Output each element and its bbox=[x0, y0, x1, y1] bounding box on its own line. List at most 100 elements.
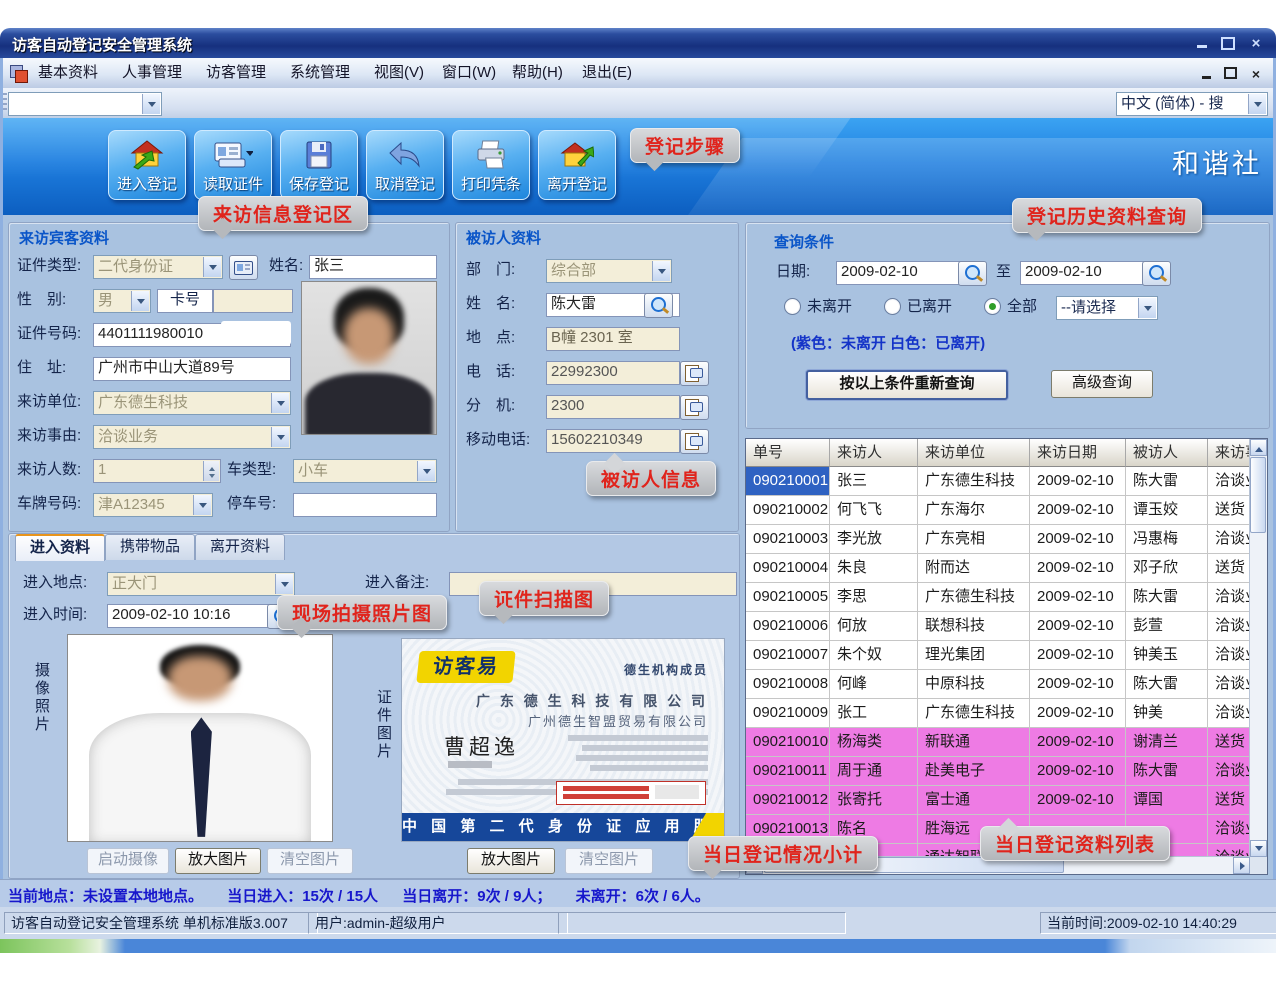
table-cell[interactable]: 090210007 bbox=[746, 641, 830, 670]
table-cell[interactable]: 钟美 bbox=[1126, 699, 1208, 728]
table-cell[interactable]: 广东亮相 bbox=[918, 525, 1030, 554]
table-cell[interactable]: 2009-02-10 bbox=[1030, 467, 1126, 496]
menu-system[interactable]: 系统管理 bbox=[290, 63, 350, 83]
table-cell[interactable]: 陈大雷 bbox=[1126, 670, 1208, 699]
date-to-input[interactable]: 2009-02-10 bbox=[1020, 261, 1148, 285]
table-cell[interactable]: 090210008 bbox=[746, 670, 830, 699]
column-header[interactable]: 来访单位 bbox=[918, 439, 1030, 467]
chevron-down-icon[interactable] bbox=[271, 393, 289, 413]
dept-combo[interactable]: 综合部 bbox=[546, 259, 672, 283]
scroll-down-button[interactable] bbox=[1250, 840, 1267, 857]
spinner-arrows-icon[interactable] bbox=[203, 461, 219, 481]
table-cell[interactable]: 洽谈业务 bbox=[1208, 583, 1250, 612]
table-cell[interactable]: 洽谈业务 bbox=[1208, 641, 1250, 670]
table-cell[interactable]: 2009-02-10 bbox=[1030, 525, 1126, 554]
table-row[interactable]: 090210001张三广东德生科技2009-02-10陈大雷洽谈业务 bbox=[746, 467, 1250, 496]
table-cell[interactable]: 2009-02-10 bbox=[1030, 757, 1126, 786]
save-register-button[interactable]: 保存登记 bbox=[280, 130, 358, 200]
location-input[interactable]: B幢 2301 室 bbox=[546, 327, 680, 351]
table-cell[interactable]: 陈大雷 bbox=[1126, 467, 1208, 496]
visitor-count-stepper[interactable]: 1 bbox=[93, 459, 221, 483]
visit-unit-combo[interactable]: 广东德生科技 bbox=[93, 391, 291, 415]
table-cell[interactable]: 2009-02-10 bbox=[1030, 496, 1126, 525]
entry-place-combo[interactable]: 正大门 bbox=[107, 572, 295, 596]
table-row[interactable]: 090210005李思广东德生科技2009-02-10陈大雷洽谈业务 bbox=[746, 583, 1250, 612]
table-cell[interactable]: 冯惠梅 bbox=[1126, 525, 1208, 554]
table-cell[interactable]: 090210010 bbox=[746, 728, 830, 757]
table-row[interactable]: 090210007朱个奴理光集团2009-02-10钟美玉洽谈业务 bbox=[746, 641, 1250, 670]
restore-icon[interactable] bbox=[1216, 35, 1240, 51]
table-cell[interactable]: 090210002 bbox=[746, 496, 830, 525]
table-cell[interactable]: 李思 bbox=[830, 583, 918, 612]
table-cell[interactable]: 090210009 bbox=[746, 699, 830, 728]
table-row[interactable]: 090210006何放联想科技2009-02-10彭萱洽谈业务 bbox=[746, 612, 1250, 641]
table-cell[interactable]: 谢清兰 bbox=[1126, 728, 1208, 757]
table-cell[interactable]: 何飞飞 bbox=[830, 496, 918, 525]
table-row[interactable]: 090210008何峰中原科技2009-02-10陈大雷洽谈业务 bbox=[746, 670, 1250, 699]
table-cell[interactable]: 2009-02-10 bbox=[1030, 583, 1126, 612]
table-cell[interactable]: 洽谈业务 bbox=[1208, 815, 1250, 844]
column-header[interactable]: 来访日期 bbox=[1030, 439, 1126, 467]
close-icon[interactable]: × bbox=[1244, 35, 1268, 51]
print-ticket-button[interactable]: 打印凭条 bbox=[452, 130, 530, 200]
scroll-right-button[interactable] bbox=[1233, 857, 1250, 874]
table-cell[interactable]: 理光集团 bbox=[918, 641, 1030, 670]
radio-left[interactable]: 已离开 bbox=[884, 297, 952, 317]
table-row[interactable]: 090210010杨海类新联通2009-02-10谢清兰送货 bbox=[746, 728, 1250, 757]
menu-window[interactable]: 窗口(W) bbox=[442, 63, 496, 83]
table-cell[interactable]: 朱良 bbox=[830, 554, 918, 583]
mdi-close-icon[interactable]: × bbox=[1246, 66, 1266, 81]
requery-button[interactable]: 按以上条件重新查询 bbox=[806, 370, 1008, 400]
column-header[interactable]: 单号 bbox=[746, 439, 830, 467]
radio-not-left[interactable]: 未离开 bbox=[784, 297, 852, 317]
table-cell[interactable]: 2009-02-10 bbox=[1030, 670, 1126, 699]
table-cell[interactable]: 李光放 bbox=[830, 525, 918, 554]
table-cell[interactable]: 洽谈业务 bbox=[1208, 699, 1250, 728]
address-input[interactable]: 广州市中山大道89号 bbox=[93, 357, 291, 381]
table-cell[interactable]: 广东德生科技 bbox=[918, 583, 1030, 612]
table-cell[interactable]: 何峰 bbox=[830, 670, 918, 699]
chevron-down-icon[interactable] bbox=[203, 257, 221, 277]
menu-help[interactable]: 帮助(H) bbox=[512, 63, 563, 83]
table-cell[interactable]: 2009-02-10 bbox=[1030, 728, 1126, 757]
column-header[interactable]: 来访人 bbox=[830, 439, 918, 467]
table-cell[interactable]: 090210001 bbox=[746, 467, 830, 496]
date-to-picker-button[interactable] bbox=[1142, 261, 1171, 286]
chevron-down-icon[interactable] bbox=[193, 495, 211, 515]
scroll-up-button[interactable] bbox=[1250, 439, 1267, 456]
menu-view[interactable]: 视图(V) bbox=[374, 63, 424, 83]
table-cell[interactable]: 2009-02-10 bbox=[1030, 612, 1126, 641]
id-type-combo[interactable]: 二代身份证 bbox=[93, 255, 223, 279]
table-cell[interactable]: 送货 bbox=[1208, 728, 1250, 757]
menu-hr[interactable]: 人事管理 bbox=[122, 63, 182, 83]
zoom-scan-button[interactable]: 放大图片 bbox=[467, 848, 555, 874]
table-cell[interactable]: 张寄托 bbox=[830, 786, 918, 815]
filter-combo[interactable]: --请选择 bbox=[1056, 296, 1158, 320]
vertical-scroll-thumb[interactable] bbox=[1250, 457, 1266, 533]
table-cell[interactable]: 邓子欣 bbox=[1126, 554, 1208, 583]
tab-leave-info[interactable]: 离开资料 bbox=[195, 534, 285, 560]
table-cell[interactable]: 何放 bbox=[830, 612, 918, 641]
table-cell[interactable]: 附而达 bbox=[918, 554, 1030, 583]
car-type-combo[interactable]: 小车 bbox=[293, 459, 437, 483]
clear-photo-button[interactable]: 清空图片 bbox=[267, 848, 353, 874]
chevron-down-icon[interactable] bbox=[417, 461, 435, 481]
chevron-down-icon[interactable] bbox=[142, 94, 160, 114]
table-row[interactable]: 090210012张寄托富士通2009-02-10谭国送货 bbox=[746, 786, 1250, 815]
mdi-minimize-icon[interactable] bbox=[1196, 66, 1216, 81]
menu-visitor[interactable]: 访客管理 bbox=[206, 63, 266, 83]
column-header[interactable]: 来访事由 bbox=[1208, 439, 1250, 467]
table-cell[interactable]: 090210003 bbox=[746, 525, 830, 554]
table-cell[interactable]: 090210011 bbox=[746, 757, 830, 786]
table-cell[interactable]: 陈大雷 bbox=[1126, 757, 1208, 786]
table-cell[interactable]: 广东海尔 bbox=[918, 496, 1030, 525]
tab-entry-info[interactable]: 进入资料 bbox=[15, 534, 105, 561]
vertical-scrollbar[interactable] bbox=[1249, 439, 1267, 857]
entry-time-input[interactable]: 2009-02-10 10:16 bbox=[107, 604, 273, 628]
table-cell[interactable]: 新联通 bbox=[918, 728, 1030, 757]
table-cell[interactable]: 2009-02-10 bbox=[1030, 554, 1126, 583]
table-cell[interactable]: 送货 bbox=[1208, 554, 1250, 583]
advanced-query-button[interactable]: 高级查询 bbox=[1051, 370, 1153, 398]
table-row[interactable]: 090210002何飞飞广东海尔2009-02-10谭玉姣送货 bbox=[746, 496, 1250, 525]
table-cell[interactable]: 洽谈业务 bbox=[1208, 612, 1250, 641]
